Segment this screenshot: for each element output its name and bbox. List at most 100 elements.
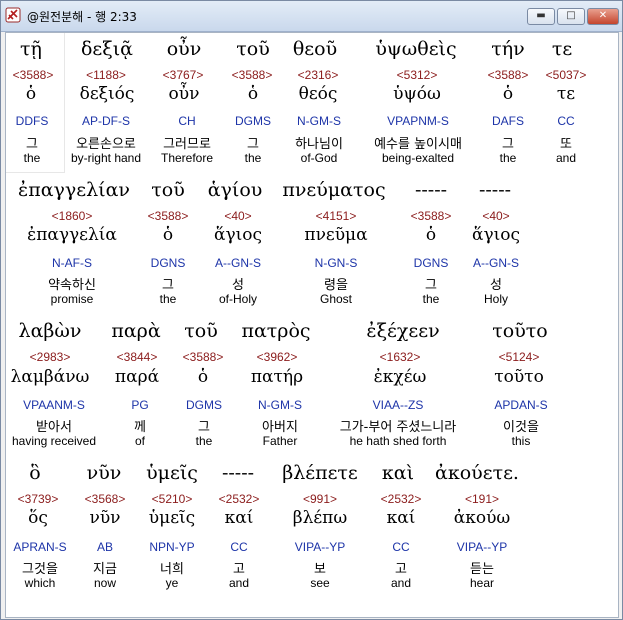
parsing-code[interactable]: DGNS	[414, 256, 449, 270]
strong-number[interactable]: <4151>	[316, 209, 357, 223]
greek-word[interactable]: πατρὸς	[241, 320, 310, 342]
greek-word[interactable]: τοῦ	[151, 179, 185, 201]
parsing-code[interactable]: N-AF-S	[52, 256, 92, 270]
greek-word[interactable]: τοῦ	[184, 320, 218, 342]
greek-word[interactable]: ὑμεῖς	[146, 462, 198, 484]
greek-word[interactable]: βλέπετε	[282, 462, 358, 484]
parsing-code[interactable]: DAFS	[492, 114, 524, 128]
parsing-code[interactable]: A--GN-S	[473, 256, 519, 270]
parsing-code[interactable]: N-GN-S	[315, 256, 358, 270]
strong-number[interactable]: <3588>	[232, 68, 273, 82]
korean-gloss: 고	[233, 562, 245, 577]
greek-word[interactable]: τε	[552, 38, 572, 60]
greek-word[interactable]: ἐξέχεεν	[366, 320, 439, 342]
english-gloss: Father	[262, 434, 298, 448]
greek-word[interactable]: ἐπαγγελίαν	[18, 179, 130, 201]
title-bar[interactable]: @원전분해 - 행 2:33 ▬ □ ✕	[1, 1, 622, 32]
strong-number[interactable]: <2983>	[30, 350, 71, 364]
korean-gloss: 그	[247, 137, 259, 152]
parsing-code[interactable]: AP-DF-S	[82, 114, 130, 128]
english-gloss: being-exalted	[381, 151, 455, 165]
strong-number[interactable]: <3844>	[117, 350, 158, 364]
strong-number[interactable]: <2532>	[219, 492, 260, 506]
greek-word[interactable]: ἁγίου	[208, 179, 263, 201]
english-gloss: ye	[165, 576, 179, 590]
greek-word[interactable]: τοῦ	[236, 38, 270, 60]
greek-word[interactable]: ὑψωθεὶς	[375, 38, 456, 60]
parsing-code[interactable]: VPAANM-S	[23, 398, 85, 412]
strong-number[interactable]: <991>	[303, 492, 337, 506]
parsing-code[interactable]: AB	[97, 540, 113, 554]
maximize-button[interactable]: □	[557, 8, 585, 25]
parsing-code[interactable]: DGNS	[151, 256, 186, 270]
strong-number[interactable]: <3588>	[148, 209, 189, 223]
parsing-code[interactable]: APDAN-S	[494, 398, 547, 412]
strong-number[interactable]: <1632>	[380, 350, 421, 364]
lemma: νῦν	[89, 508, 121, 528]
strong-number[interactable]: <3588>	[13, 68, 54, 82]
strong-number[interactable]: <3739>	[18, 492, 59, 506]
lemma: θεός	[298, 84, 338, 104]
parsing-code[interactable]: VIPA--YP	[457, 540, 507, 554]
greek-word[interactable]: οὖν	[167, 38, 202, 60]
parsing-code[interactable]: PG	[131, 398, 148, 412]
greek-word[interactable]: νῦν	[87, 462, 122, 484]
parsing-code[interactable]: VPAPNM-S	[387, 114, 449, 128]
greek-word[interactable]: τοῦτο	[492, 320, 547, 342]
minimize-button[interactable]: ▬	[527, 8, 555, 25]
parsing-code[interactable]: CC	[392, 540, 409, 554]
parsing-code[interactable]: CH	[178, 114, 195, 128]
strong-number[interactable]: <3962>	[257, 350, 298, 364]
app-icon	[5, 7, 21, 23]
parsing-code[interactable]: DGMS	[235, 114, 271, 128]
parsing-code[interactable]: VIAA--ZS	[373, 398, 424, 412]
strong-number[interactable]: <5037>	[546, 68, 587, 82]
greek-word[interactable]: -----	[479, 179, 511, 201]
strong-number[interactable]: <3568>	[85, 492, 126, 506]
greek-word[interactable]: λαβὼν	[19, 320, 82, 342]
strong-number[interactable]: <3588>	[411, 209, 452, 223]
greek-word[interactable]: ἀκούετε.	[435, 462, 519, 484]
strong-number[interactable]: <3588>	[183, 350, 224, 364]
greek-word[interactable]: τήν	[491, 38, 524, 60]
korean-gloss: 약속하신	[48, 278, 96, 293]
parsing-code[interactable]: DGMS	[186, 398, 222, 412]
strong-number[interactable]: <2532>	[381, 492, 422, 506]
parsing-code[interactable]: VIPA--YP	[295, 540, 345, 554]
lemma: καί	[386, 508, 416, 528]
parsing-code[interactable]: DDFS	[16, 114, 49, 128]
strong-number[interactable]: <2316>	[298, 68, 339, 82]
strong-number[interactable]: <5312>	[397, 68, 438, 82]
greek-word[interactable]: τῇ	[20, 38, 42, 60]
strong-number[interactable]: <1860>	[52, 209, 93, 223]
strong-number[interactable]: <3767>	[163, 68, 204, 82]
parsing-code[interactable]: A--GN-S	[215, 256, 261, 270]
parsing-code[interactable]: N-GM-S	[297, 114, 341, 128]
greek-word[interactable]: δεξιᾷ	[81, 38, 133, 60]
parsing-code[interactable]: NPN-YP	[149, 540, 194, 554]
lemma: καί	[224, 508, 254, 528]
parsing-code[interactable]: CC	[230, 540, 247, 554]
greek-word[interactable]: πνεύματος	[282, 179, 385, 201]
korean-gloss: 받아서	[36, 420, 72, 435]
greek-word[interactable]: καὶ	[382, 462, 414, 484]
greek-word[interactable]: ὃ	[29, 462, 40, 484]
strong-number[interactable]: <5124>	[499, 350, 540, 364]
strong-number[interactable]: <40>	[482, 209, 509, 223]
strong-number[interactable]: <5210>	[152, 492, 193, 506]
english-gloss: of-Holy	[218, 292, 258, 306]
greek-word[interactable]: -----	[222, 462, 254, 484]
strong-number[interactable]: <191>	[465, 492, 499, 506]
parsing-code[interactable]: N-GM-S	[258, 398, 302, 412]
korean-gloss: 그	[162, 278, 174, 293]
parsing-code[interactable]: APRAN-S	[13, 540, 66, 554]
lemma: οὖν	[168, 84, 200, 104]
greek-word[interactable]: θεοῦ	[293, 38, 337, 60]
strong-number[interactable]: <1188>	[86, 68, 126, 82]
parsing-code[interactable]: CC	[557, 114, 574, 128]
strong-number[interactable]: <40>	[224, 209, 251, 223]
greek-word[interactable]: παρὰ	[111, 320, 160, 342]
strong-number[interactable]: <3588>	[488, 68, 529, 82]
close-button[interactable]: ✕	[587, 8, 619, 25]
greek-word[interactable]: -----	[415, 179, 447, 201]
